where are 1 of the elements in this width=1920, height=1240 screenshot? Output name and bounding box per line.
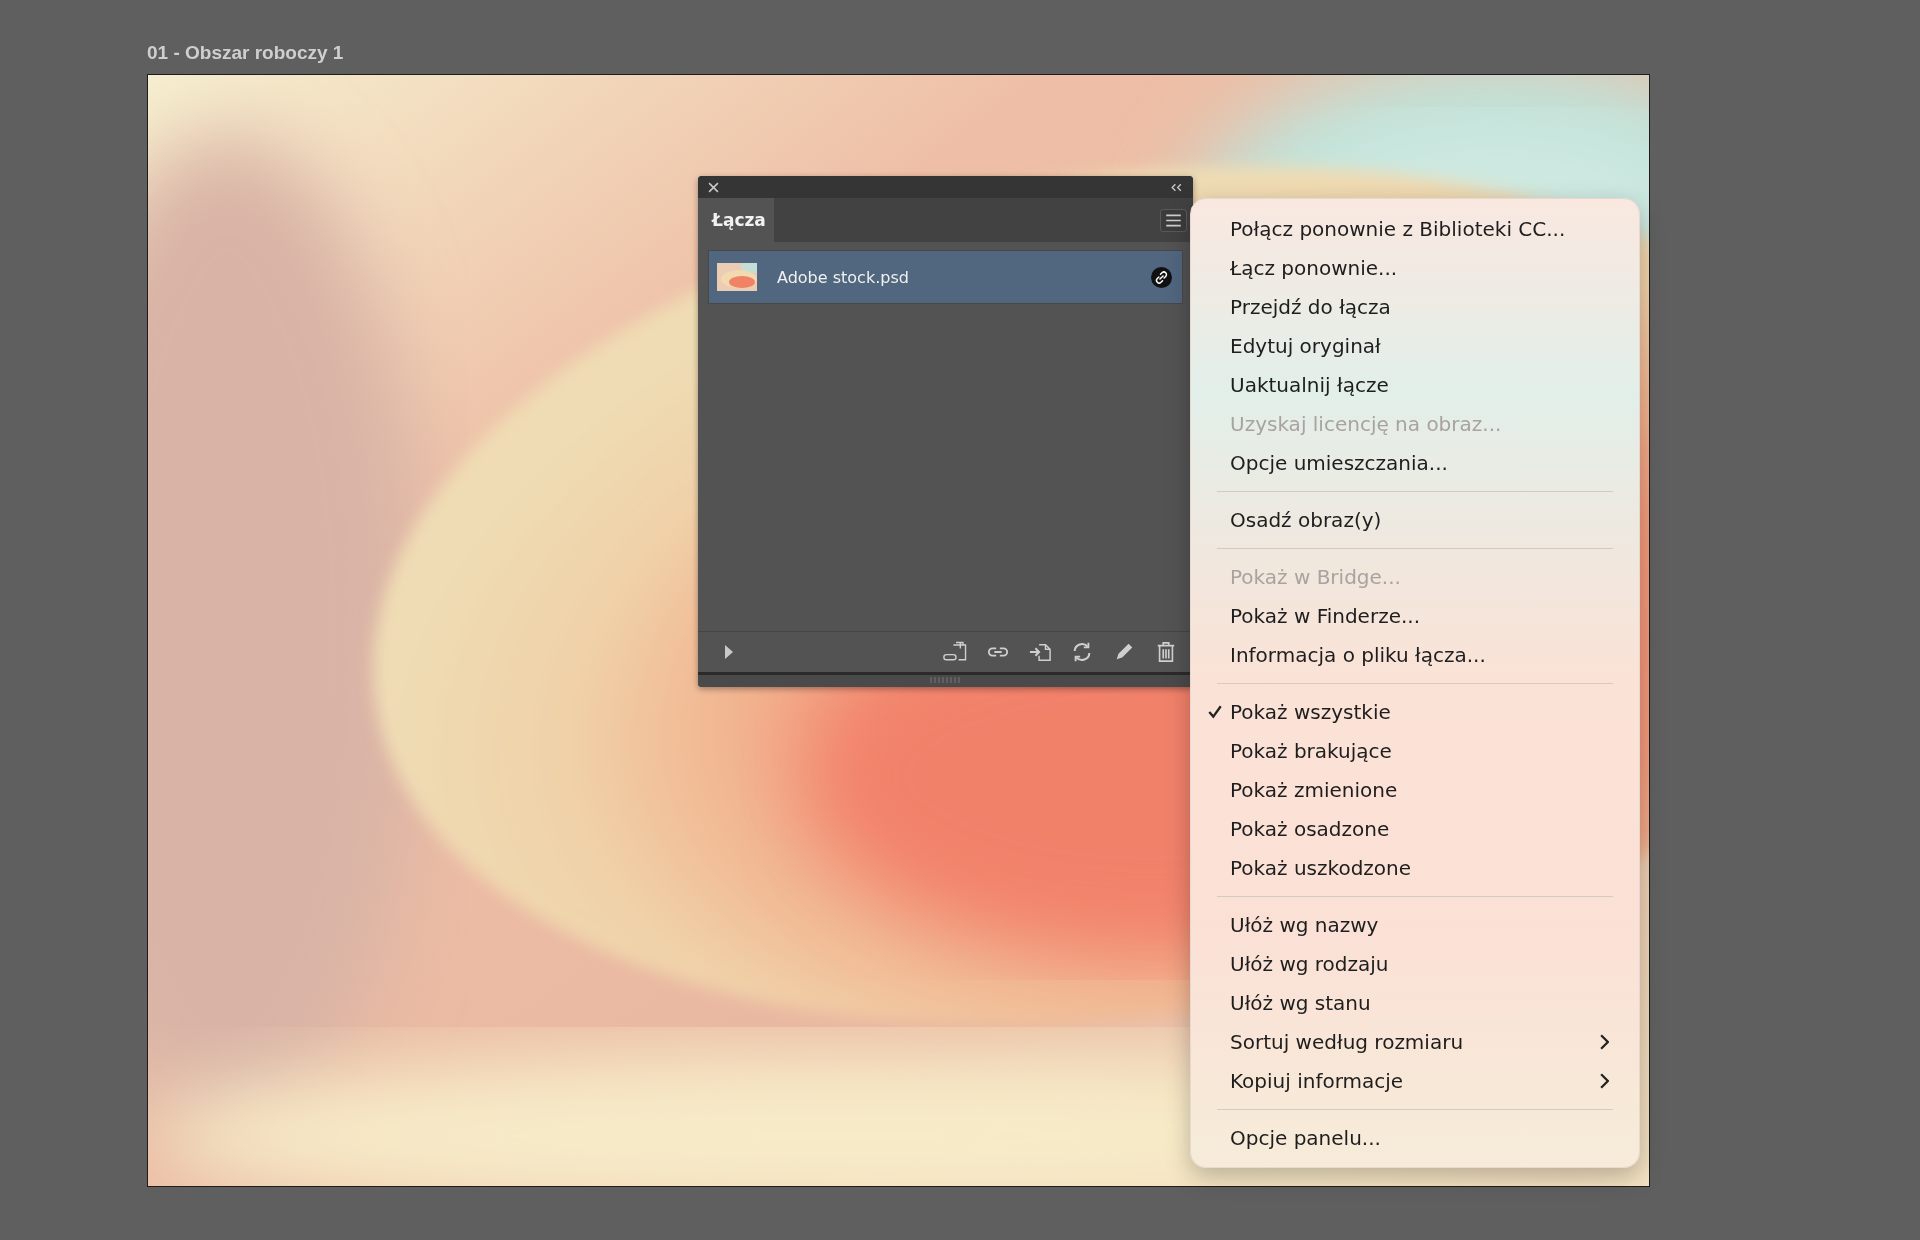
artboard-title: 01 - Obszar roboczy 1: [147, 42, 344, 64]
